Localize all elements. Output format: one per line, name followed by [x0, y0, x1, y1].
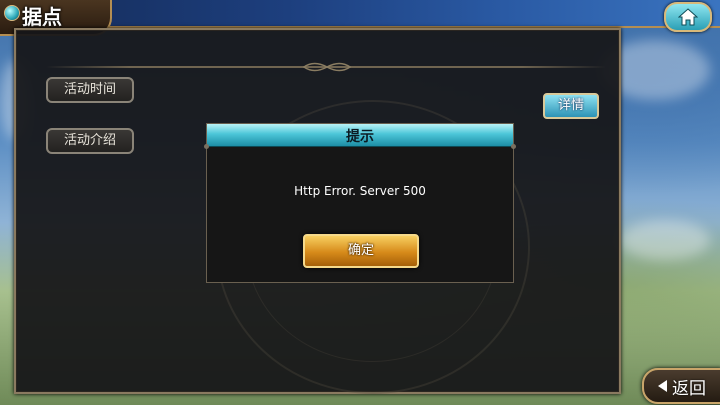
corner-ornament-icon [204, 144, 209, 149]
back-arrow-icon [658, 380, 667, 392]
event-intro-button[interactable]: 活动介绍 [46, 128, 134, 154]
confirm-button[interactable]: 确定 [303, 234, 419, 268]
alert-dialog: 提示 Http Error. Server 500 确定 [204, 123, 516, 283]
gem-icon [4, 5, 20, 21]
page-title: 据点 [22, 5, 62, 29]
details-button[interactable]: 详情 [543, 93, 599, 119]
home-button[interactable] [664, 2, 712, 32]
dialog-title: 提示 [346, 129, 374, 145]
dialog-header: 提示 [207, 124, 513, 147]
back-label: 返回 [672, 379, 706, 399]
ornament-knot-icon [302, 62, 352, 72]
home-icon [678, 8, 698, 26]
dialog-message: Http Error. Server 500 [294, 184, 426, 198]
back-button[interactable]: 返回 [642, 368, 720, 404]
event-time-button[interactable]: 活动时间 [46, 77, 134, 103]
corner-ornament-icon [511, 144, 516, 149]
